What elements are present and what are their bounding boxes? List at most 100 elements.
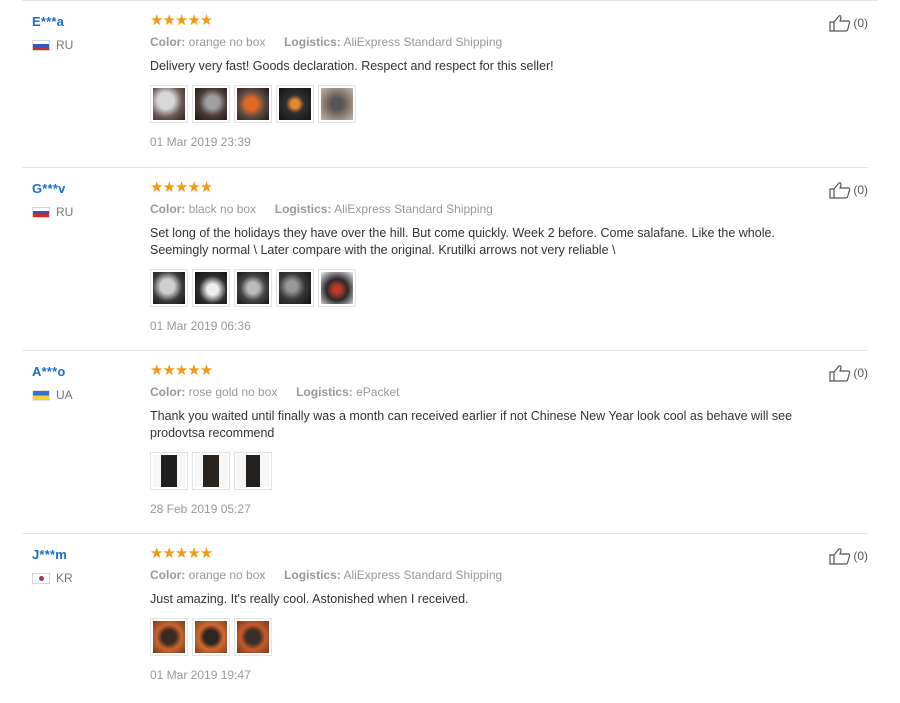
star-rating: ★★★★★ <box>150 179 213 196</box>
watch-photo-icon <box>321 88 353 120</box>
review-photo-thumb[interactable] <box>150 452 188 490</box>
review-body: ★★★★★ Color: orange no box Logistics: Al… <box>150 545 808 682</box>
color-value: black no box <box>188 202 257 216</box>
watch-photo-icon <box>153 272 185 304</box>
thumbs-up-icon <box>829 365 851 382</box>
review-photos <box>150 269 808 307</box>
flag-ua-icon <box>32 389 50 401</box>
review-photo-thumb[interactable] <box>234 452 272 490</box>
reviewer-info: G***v RU <box>32 181 142 219</box>
reviewer-country: RU <box>32 205 142 219</box>
reviewer-country: RU <box>32 38 142 52</box>
reviewer-name: J***m <box>32 547 67 562</box>
review-photo-thumb[interactable] <box>150 269 188 307</box>
country-code: RU <box>56 38 74 52</box>
like-button[interactable]: (0) <box>829 364 868 382</box>
review-photos <box>150 85 808 123</box>
review-item: E***a RU ★★★★★ Color: orange no box Logi… <box>22 0 868 168</box>
review-date: 01 Mar 2019 23:39 <box>150 135 251 149</box>
review-photo-thumb[interactable] <box>234 269 272 307</box>
review-photo-thumb[interactable] <box>318 269 356 307</box>
watch-photo-icon <box>279 88 311 120</box>
thumbs-up-icon <box>829 182 851 199</box>
color-value: orange no box <box>188 568 266 582</box>
review-text: Set long of the holidays they have over … <box>150 226 775 257</box>
review-text: Thank you waited until finally was a mon… <box>150 409 793 440</box>
order-attributes: Color: black no box Logistics: AliExpres… <box>150 202 808 216</box>
color-label: Color: <box>150 385 186 399</box>
review-photo-thumb[interactable] <box>150 85 188 123</box>
review-item: G***v RU ★★★★★ Color: black no box Logis… <box>22 167 868 351</box>
watch-photo-icon <box>321 272 353 304</box>
flag-ru-icon <box>32 39 50 51</box>
star-rating: ★★★★★ <box>150 545 213 562</box>
logistics-value: ePacket <box>356 385 400 399</box>
review-photo-thumb[interactable] <box>318 85 356 123</box>
color-value: rose gold no box <box>188 385 278 399</box>
review-text: Just amazing. It's really cool. Astonish… <box>150 592 469 606</box>
review-photo-thumb[interactable] <box>150 618 188 656</box>
review-body: ★★★★★ Color: black no box Logistics: Ali… <box>150 179 808 333</box>
review-body: ★★★★★ Color: orange no box Logistics: Al… <box>150 12 808 149</box>
order-attributes: Color: rose gold no box Logistics: ePack… <box>150 385 808 399</box>
review-photo-thumb[interactable] <box>234 618 272 656</box>
like-count: (0) <box>853 549 868 563</box>
star-rating: ★★★★★ <box>150 362 213 379</box>
reviewer-info: E***a RU <box>32 14 142 52</box>
reviewer-name: A***o <box>32 364 66 379</box>
review-date: 01 Mar 2019 19:47 <box>150 668 251 682</box>
like-button[interactable]: (0) <box>829 181 868 199</box>
flag-kr-icon <box>32 572 50 584</box>
like-count: (0) <box>853 16 868 30</box>
country-code: UA <box>56 388 73 402</box>
review-text: Delivery very fast! Goods declaration. R… <box>150 59 554 73</box>
review-photo-thumb[interactable] <box>234 85 272 123</box>
color-label: Color: <box>150 35 186 49</box>
reviewer-country: UA <box>32 388 142 402</box>
watch-photo-icon <box>237 272 269 304</box>
thumbs-up-icon <box>829 548 851 565</box>
reviewer-info: J***m KR <box>32 547 142 585</box>
reviewer-country: KR <box>32 571 142 585</box>
review-body: ★★★★★ Color: rose gold no box Logistics:… <box>150 362 808 516</box>
review-date: 28 Feb 2019 05:27 <box>150 502 251 516</box>
logistics-label: Logistics: <box>284 568 341 582</box>
color-value: orange no box <box>188 35 266 49</box>
review-photo-thumb[interactable] <box>192 618 230 656</box>
logistics-label: Logistics: <box>296 385 353 399</box>
reviewer-name: G***v <box>32 181 66 196</box>
watch-photo-icon <box>237 455 269 487</box>
order-attributes: Color: orange no box Logistics: AliExpre… <box>150 568 808 582</box>
watch-photo-icon <box>279 272 311 304</box>
like-count: (0) <box>853 366 868 380</box>
country-code: KR <box>56 571 73 585</box>
reviewer-info: A***o UA <box>32 364 142 402</box>
logistics-label: Logistics: <box>284 35 341 49</box>
star-rating: ★★★★★ <box>150 12 213 29</box>
review-photo-thumb[interactable] <box>192 269 230 307</box>
watch-photo-icon <box>153 455 185 487</box>
watch-photo-icon <box>195 455 227 487</box>
watch-photo-icon <box>195 88 227 120</box>
review-photos <box>150 618 808 656</box>
color-label: Color: <box>150 568 186 582</box>
logistics-value: AliExpress Standard Shipping <box>334 202 493 216</box>
thumbs-up-icon <box>829 15 851 32</box>
color-label: Color: <box>150 202 186 216</box>
logistics-value: AliExpress Standard Shipping <box>343 35 503 49</box>
review-photo-thumb[interactable] <box>192 452 230 490</box>
review-photo-thumb[interactable] <box>276 269 314 307</box>
review-photo-thumb[interactable] <box>192 85 230 123</box>
watch-photo-icon <box>153 88 185 120</box>
watch-photo-icon <box>153 621 185 653</box>
review-date: 01 Mar 2019 06:36 <box>150 319 251 333</box>
like-button[interactable]: (0) <box>829 547 868 565</box>
watch-photo-icon <box>195 272 227 304</box>
watch-photo-icon <box>237 88 269 120</box>
review-item: A***o UA ★★★★★ Color: rose gold no box L… <box>22 350 868 534</box>
reviewer-name: E***a <box>32 14 65 29</box>
order-attributes: Color: orange no box Logistics: AliExpre… <box>150 35 808 49</box>
like-button[interactable]: (0) <box>829 14 868 32</box>
country-code: RU <box>56 205 74 219</box>
review-photo-thumb[interactable] <box>276 85 314 123</box>
